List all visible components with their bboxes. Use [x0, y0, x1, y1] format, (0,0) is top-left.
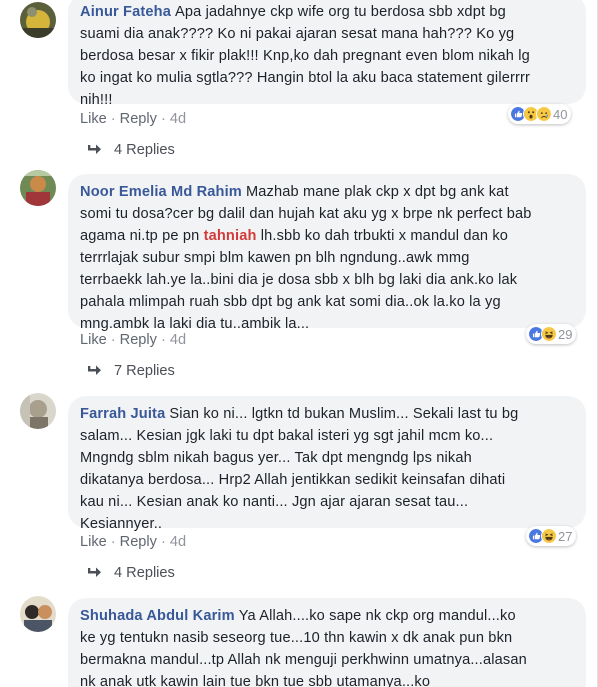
reply-arrow-icon — [88, 144, 101, 154]
reply-arrow-icon — [88, 365, 101, 375]
replies-count-label: 7 Replies — [114, 363, 175, 379]
comment-text-line: mng.ambk la laki dia tu..ambik la... — [80, 316, 310, 332]
comment-text-line: suami dia anak???? Ko ni pakai ajaran se… — [80, 26, 515, 42]
comment-text-line: pahala mlimpah ruah sbb dpt bg ank kat s… — [80, 294, 501, 310]
separator-dot: · — [160, 332, 166, 348]
comment-bubble: Shuhada Abdul Karim Ya Allah....ko sape n… — [68, 598, 586, 687]
reaction-summary[interactable]: 40 — [508, 104, 572, 124]
comment-text-line: kau ni... Kesian anak ko nanti... Jgn aj… — [80, 494, 469, 510]
tagged-word[interactable]: tahniah — [204, 228, 257, 244]
like-link[interactable]: Like — [80, 111, 107, 127]
comment-text-line: nih!!! — [80, 92, 113, 108]
comment-text-line: dikatanya berdosa... Hrp2 Allah jentikka… — [80, 472, 506, 488]
comment-text-line: lh.sbb ko dah trbukti x mandul dan ko — [256, 228, 509, 244]
comment-author[interactable]: Ainur Fateha — [80, 4, 171, 20]
sad-icon — [536, 106, 552, 122]
comment-actions: Like · Reply · 4d — [80, 111, 186, 127]
reaction-summary[interactable]: 27 — [526, 526, 577, 546]
replies-count-label: 4 Replies — [114, 565, 175, 581]
comment-text-line: somi tu dosa?cer bg dalil dan hujah kat … — [80, 206, 532, 222]
reaction-count: 40 — [553, 106, 568, 122]
separator-dot: · — [110, 534, 116, 550]
comment-author[interactable]: Noor Emelia Md Rahim — [80, 184, 242, 200]
comment-bubble: Farrah Juita Sian ko ni... lgtkn td bukan… — [68, 396, 586, 532]
comment-text-line: Apa jadahnye ckp wife org tu berdosa sbb… — [175, 4, 506, 20]
separator-dot: · — [110, 111, 116, 127]
separator-dot: · — [160, 534, 166, 550]
reply-link[interactable]: Reply — [120, 534, 157, 550]
view-replies-link[interactable]: 4 Replies — [86, 142, 175, 158]
comment-bubble: Noor Emelia Md Rahim Mazhab mane plak ckp… — [68, 174, 586, 332]
haha-icon — [541, 528, 557, 544]
like-link[interactable]: Like — [80, 534, 107, 550]
comment-text-line: salam... Kesian jgk laki tu dpt bakal is… — [80, 428, 494, 444]
reply-link[interactable]: Reply — [120, 332, 157, 348]
comment-text-line: agama ni.tp pe pn — [80, 228, 204, 244]
comment-text-line: bermakna mandul...tp Allah nk menguji pe… — [80, 652, 527, 668]
replies-count-label: 4 Replies — [114, 142, 175, 158]
reaction-count: 27 — [558, 528, 573, 544]
avatar[interactable] — [20, 170, 56, 206]
comment-timestamp[interactable]: 4d — [170, 534, 186, 550]
comment-timestamp[interactable]: 4d — [170, 332, 186, 348]
separator-dot: · — [160, 111, 166, 127]
view-replies-link[interactable]: 4 Replies — [86, 565, 175, 581]
comment-text-line: terrbaekk lah.ye la..bini dia je dosa sb… — [80, 272, 518, 288]
comment-author[interactable]: Shuhada Abdul Karim — [80, 608, 235, 624]
separator-dot: · — [110, 332, 116, 348]
haha-icon — [541, 326, 557, 342]
comment-text-line: Ya Allah....ko sape nk ckp org mandul...… — [238, 608, 516, 624]
comment-text-line: Sian ko ni... lgtkn td bukan Muslim... S… — [169, 406, 519, 422]
comment-author[interactable]: Farrah Juita — [80, 406, 165, 422]
comment-text-line: terrrlajak subur smpi blm kawen pn blh n… — [80, 250, 470, 266]
comment-timestamp[interactable]: 4d — [170, 111, 186, 127]
reply-link[interactable]: Reply — [120, 111, 157, 127]
avatar[interactable] — [20, 596, 56, 632]
comment-text-line: ko ingat ko mulia sgtla??? Hangin btol l… — [80, 70, 531, 86]
comment-actions: Like · Reply · 4d — [80, 332, 186, 348]
avatar[interactable] — [20, 2, 56, 38]
reply-arrow-icon — [88, 567, 101, 577]
reaction-summary[interactable]: 29 — [526, 324, 577, 344]
reaction-count: 29 — [558, 326, 573, 342]
like-link[interactable]: Like — [80, 332, 107, 348]
avatar[interactable] — [20, 393, 56, 429]
view-replies-link[interactable]: 7 Replies — [86, 363, 175, 379]
comment-bubble: Ainur Fateha Apa jadahnye ckp wife org tu… — [68, 0, 586, 108]
comment-actions: Like · Reply · 4d — [80, 534, 186, 550]
comment-text-line: Mazhab mane plak ckp x dpt bg ank kat — [245, 184, 509, 200]
comment-text-line: nk anak utk kawin lain tue bkn tue sbb u… — [80, 674, 431, 687]
comment-text-line: ke yg tentukn nasib seseorg tue...10 thn… — [80, 630, 513, 646]
comment-text-line: berdosa besar x fikir plak!!! Knp,ko dah… — [80, 48, 530, 64]
comment-text-line: Kesiannyer.. — [80, 516, 163, 532]
comment-text-line: Mngndg sblm nikah bagus yer... Tak dpt m… — [80, 450, 472, 466]
